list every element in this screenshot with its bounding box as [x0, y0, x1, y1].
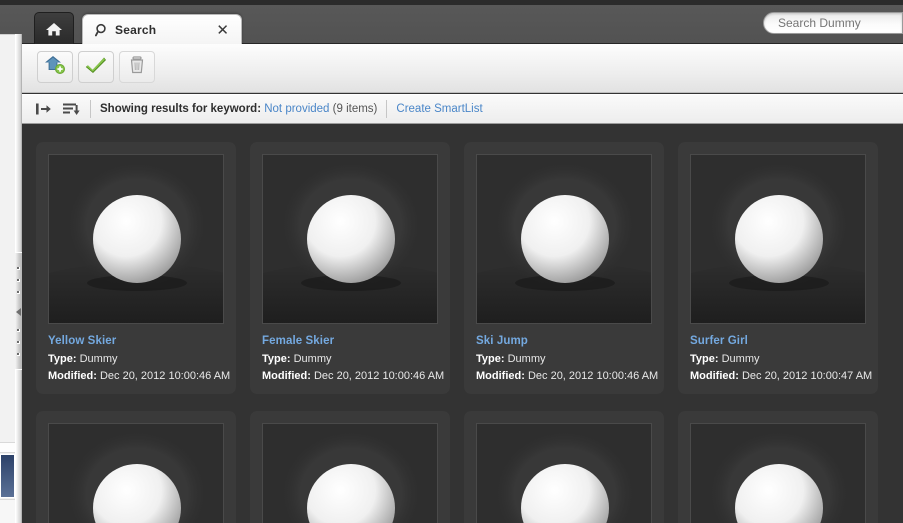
tab-search[interactable]: Search ✕	[82, 14, 242, 45]
result-modified: Modified: Dec 20, 2012 10:00:47 AM	[690, 370, 872, 382]
result-modified-label: Modified:	[262, 370, 311, 382]
result-type: Type: Dummy	[262, 353, 331, 365]
splitter-collapse-arrow-icon[interactable]	[16, 308, 21, 316]
result-type: Type: Dummy	[48, 353, 117, 365]
result-modified-label: Modified:	[690, 370, 739, 382]
splitter-grip[interactable]	[15, 252, 22, 370]
action-toolbar	[22, 44, 903, 93]
results-area: Yellow Skier Type: Dummy Modified: Dec 2…	[22, 125, 903, 523]
add-asset-button[interactable]	[37, 51, 73, 83]
list-item[interactable]	[0, 442, 15, 453]
result-card[interactable]: Surfer Girl Type: Dummy Modified: Dec 20…	[678, 142, 878, 394]
selected-list-item[interactable]	[0, 454, 15, 498]
result-card[interactable]: Ski Jump Type: Dummy Modified: Dec 20, 2…	[464, 142, 664, 394]
grip-dot	[17, 291, 20, 294]
global-search-input[interactable]	[778, 16, 898, 30]
grip-dot	[17, 341, 20, 344]
result-type-label: Type:	[262, 353, 291, 365]
global-search[interactable]	[763, 12, 903, 34]
result-modified-value: Dec 20, 2012 10:00:46 AM	[527, 370, 659, 382]
grip-dot	[17, 279, 20, 282]
close-icon[interactable]: ✕	[216, 22, 229, 38]
result-type: Type: Dummy	[690, 353, 759, 365]
result-type-label: Type:	[48, 353, 77, 365]
result-title[interactable]: Ski Jump	[476, 335, 528, 347]
divider	[386, 100, 388, 118]
grip-dot	[17, 353, 20, 356]
result-title[interactable]: Female Skier	[262, 335, 334, 347]
application-window: Search ✕ Search Dummy Showing results fo…	[0, 0, 903, 523]
result-card[interactable]	[678, 411, 878, 523]
grip-dot	[17, 329, 20, 332]
results-grid: Yellow Skier Type: Dummy Modified: Dec 2…	[22, 125, 903, 523]
result-type-value: Dummy	[721, 353, 760, 365]
thumbnail[interactable]	[476, 154, 652, 324]
result-card[interactable]	[250, 411, 450, 523]
thumbnail[interactable]	[690, 154, 866, 324]
result-modified-value: Dec 20, 2012 10:00:46 AM	[99, 370, 231, 382]
thumbnail[interactable]	[48, 423, 224, 523]
keyword-link[interactable]: Not provided	[264, 103, 329, 115]
grip-dot	[17, 267, 20, 270]
trash-icon	[127, 55, 147, 80]
thumbnail[interactable]	[48, 154, 224, 324]
result-type-label: Type:	[476, 353, 505, 365]
result-type: Type: Dummy	[476, 353, 545, 365]
result-title[interactable]: Yellow Skier	[48, 335, 116, 347]
sort-descending-icon[interactable]	[61, 99, 81, 119]
thumbnail[interactable]	[690, 423, 866, 523]
results-count: (9 items)	[332, 103, 378, 115]
result-type-label: Type:	[690, 353, 719, 365]
list-item[interactable]	[0, 499, 15, 523]
title-bar: Search ✕	[0, 0, 903, 45]
result-modified-label: Modified:	[476, 370, 525, 382]
delete-button[interactable]	[119, 51, 155, 83]
result-card[interactable]	[36, 411, 236, 523]
tab-home[interactable]	[34, 12, 74, 44]
result-card[interactable]	[464, 411, 664, 523]
result-modified: Modified: Dec 20, 2012 10:00:46 AM	[262, 370, 444, 382]
home-icon	[45, 21, 63, 37]
result-type-value: Dummy	[507, 353, 546, 365]
result-type-value: Dummy	[79, 353, 118, 365]
approve-button[interactable]	[78, 51, 114, 83]
divider	[90, 100, 91, 118]
panel-expand-icon[interactable]	[33, 99, 53, 119]
thumbnail[interactable]	[262, 423, 438, 523]
result-modified-label: Modified:	[48, 370, 97, 382]
result-modified-value: Dec 20, 2012 10:00:46 AM	[313, 370, 445, 382]
result-title[interactable]: Surfer Girl	[690, 335, 748, 347]
add-asset-icon	[44, 55, 66, 80]
results-summary: Showing results for keyword: Not provide…	[100, 103, 377, 115]
left-panel	[0, 34, 15, 523]
result-modified: Modified: Dec 20, 2012 10:00:46 AM	[476, 370, 658, 382]
thumbnail[interactable]	[262, 154, 438, 324]
magnifier-icon	[95, 23, 109, 37]
result-card[interactable]: Yellow Skier Type: Dummy Modified: Dec 2…	[36, 142, 236, 394]
window-top-edge	[0, 0, 903, 5]
result-modified: Modified: Dec 20, 2012 10:00:46 AM	[48, 370, 230, 382]
result-modified-value: Dec 20, 2012 10:00:47 AM	[741, 370, 873, 382]
create-smartlist-link[interactable]: Create SmartList	[396, 103, 482, 115]
thumbnail[interactable]	[476, 423, 652, 523]
tab-search-label: Search	[115, 23, 157, 37]
green-check-icon	[85, 55, 107, 80]
results-info-bar: Showing results for keyword: Not provide…	[22, 94, 903, 124]
result-card[interactable]: Female Skier Type: Dummy Modified: Dec 2…	[250, 142, 450, 394]
results-summary-prefix: Showing results for keyword:	[100, 103, 262, 115]
result-type-value: Dummy	[293, 353, 332, 365]
